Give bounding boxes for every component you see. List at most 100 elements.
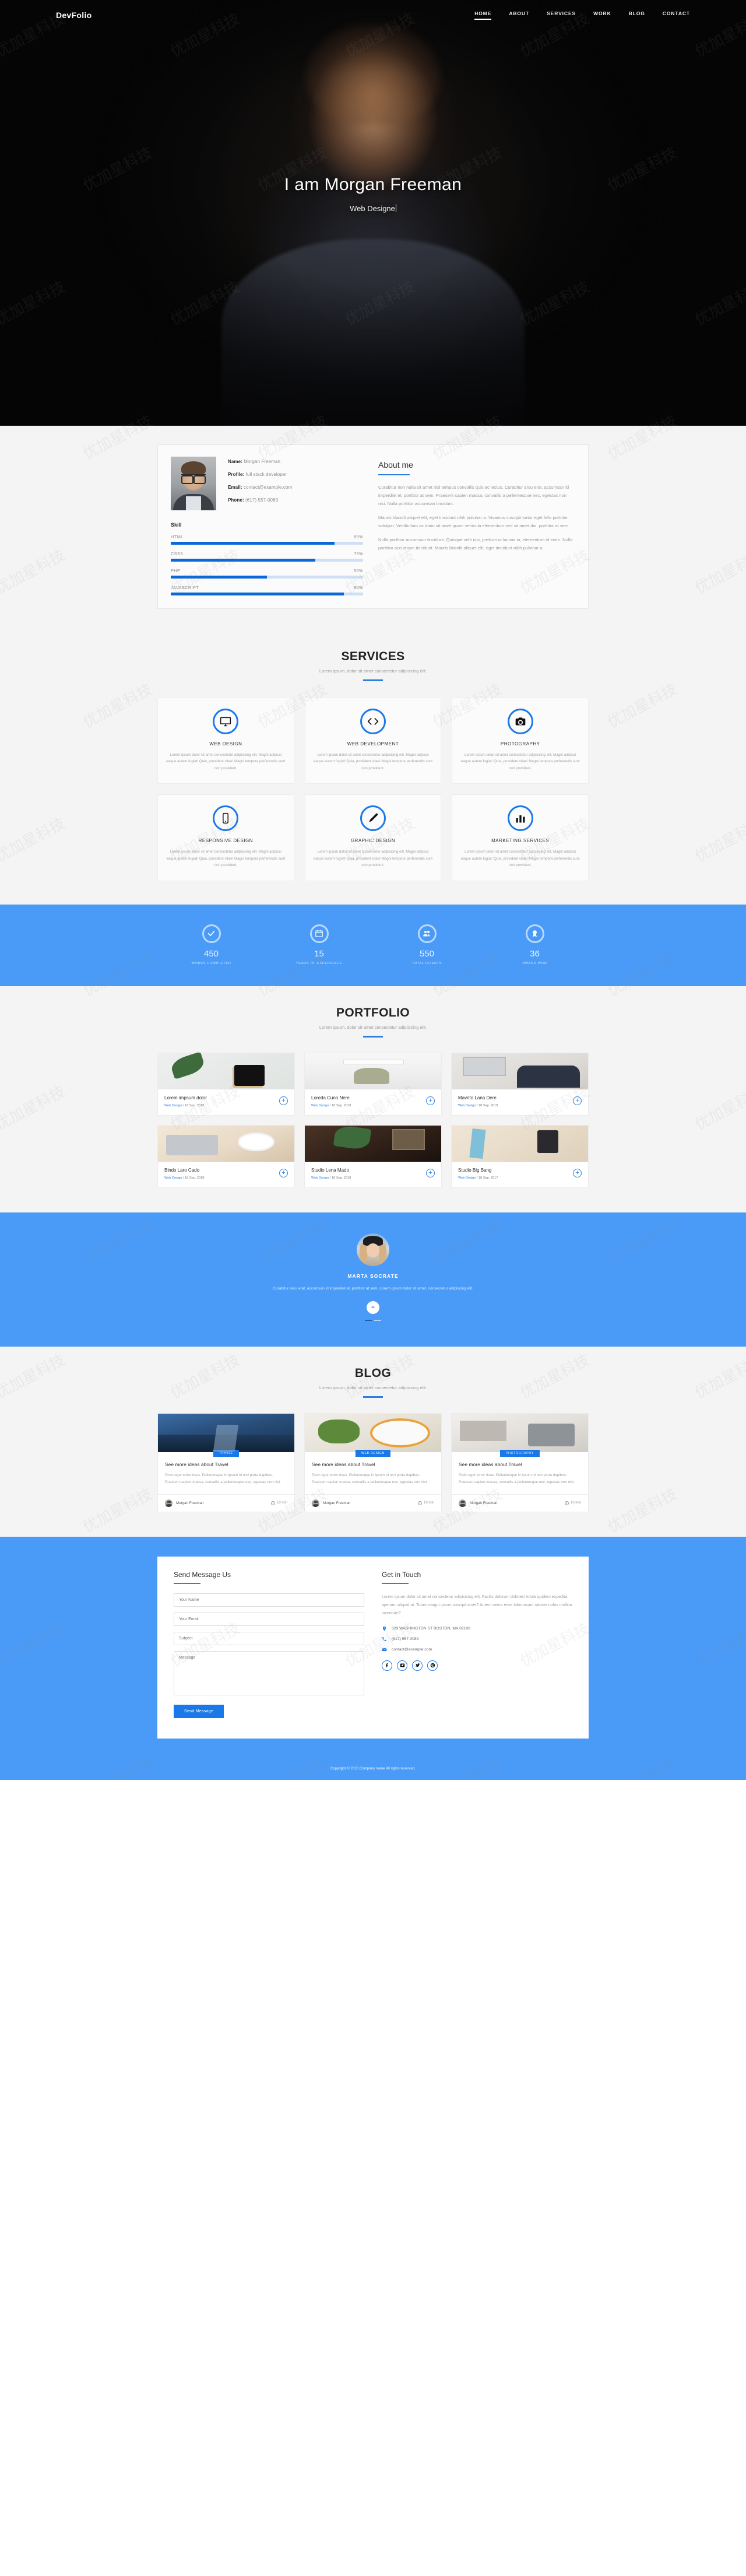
- service-name: MARKETING SERVICES: [491, 838, 550, 844]
- blog-post-title: See more ideas about Travel: [459, 1461, 522, 1467]
- send-message-button[interactable]: Send Message: [174, 1704, 224, 1718]
- blog-tag[interactable]: PHOTOGRAPHY: [500, 1449, 540, 1457]
- testimonial-name: MARTA SOCRATE: [347, 1273, 399, 1279]
- service-card-web-development[interactable]: WEB DEVELOPMENT Lorem ipsum dolor sit am…: [304, 698, 442, 784]
- blog-title: BLOG: [354, 1366, 392, 1380]
- service-card-web-design[interactable]: WEB DESIGN Lorem ipsum dolor sit amet co…: [157, 698, 294, 784]
- glasses-icon: [181, 474, 206, 484]
- footer: Copyright © 2020.Company name All rights…: [0, 1759, 746, 1780]
- instagram-icon[interactable]: [397, 1660, 407, 1671]
- portfolio-thumbnail: [158, 1125, 294, 1162]
- portfolio-item-category[interactable]: Web Design: [458, 1176, 476, 1180]
- portfolio-item[interactable]: Loreda Cuno Nere Web Design / 18 Sep. 20…: [304, 1052, 442, 1116]
- portfolio-item[interactable]: Studio Lena Mado Web Design / 18 Sep. 20…: [304, 1124, 442, 1188]
- contact-address-row: 329 WASHINGTON ST BOSTON, MA 02108: [382, 1626, 572, 1631]
- service-card-marketing-services[interactable]: MARKETING SERVICES Lorem ipsum dolor sit…: [452, 794, 589, 881]
- service-desc: Lorem ipsum dolor sit amet consectetur a…: [460, 753, 580, 770]
- portfolio-section: PORTFOLIO Lorem ipsum, dolor sit amet co…: [0, 986, 746, 1212]
- subject-input[interactable]: [174, 1631, 364, 1645]
- portfolio-expand-button[interactable]: +: [279, 1096, 288, 1105]
- blog-tag[interactable]: WEB DESIGN: [355, 1449, 391, 1457]
- portfolio-item-category[interactable]: Web Design: [164, 1104, 182, 1107]
- service-desc: Lorem ipsum dolor sit amet consectetur a…: [166, 753, 286, 770]
- stat-label: TOTAL CLIENTS: [411, 961, 442, 965]
- stat-number: 450: [203, 948, 219, 959]
- stat-number: 36: [530, 948, 540, 959]
- nav-item-home[interactable]: HOME: [474, 10, 492, 20]
- portfolio-item[interactable]: Bindo Laro Cado Web Design / 18 Sep. 201…: [157, 1124, 295, 1188]
- message-textarea[interactable]: [174, 1650, 364, 1695]
- portfolio-item-category[interactable]: Web Design: [311, 1104, 329, 1107]
- skill-fill: [171, 576, 267, 579]
- nav-item-about[interactable]: ABOUT: [509, 10, 529, 20]
- about-left-column: Name: Morgan Freeman Profile: full stack…: [171, 457, 363, 595]
- portfolio-expand-button[interactable]: +: [279, 1168, 288, 1177]
- portfolio-item-meta: Web Design / 18 Sep. 2018: [164, 1176, 205, 1180]
- about-card: Name: Morgan Freeman Profile: full stack…: [157, 444, 589, 609]
- portfolio-expand-button[interactable]: +: [426, 1096, 435, 1105]
- portfolio-item-date: 18 Sep. 2018: [332, 1103, 351, 1107]
- about-underline: [378, 474, 410, 475]
- portfolio-subtitle: Lorem ipsum, dolor sit amet consectetur …: [319, 1024, 427, 1030]
- blog-subtitle: Lorem ipsum, dolor sit amet consectetur …: [319, 1385, 427, 1390]
- avatar-shirt: [186, 496, 201, 510]
- blog-post[interactable]: WEB DESIGN See more ideas about Travel P…: [304, 1413, 442, 1512]
- portfolio-underline: [363, 1035, 383, 1038]
- code-icon: [360, 709, 386, 734]
- skill-fill: [171, 542, 335, 545]
- blog-post-title: See more ideas about Travel: [312, 1461, 375, 1467]
- email-input[interactable]: [174, 1612, 364, 1626]
- twitter-icon[interactable]: [412, 1660, 423, 1671]
- service-card-graphic-design[interactable]: GRAPHIC DESIGN Lorem ipsum dolor sit ame…: [304, 794, 442, 881]
- service-card-photography[interactable]: PHOTOGRAPHY Lorem ipsum dolor sit amet c…: [452, 698, 589, 784]
- portfolio-item-category[interactable]: Web Design: [311, 1176, 329, 1180]
- social-links: [382, 1660, 572, 1671]
- service-card-responsive-design[interactable]: RESPONSIVE DESIGN Lorem ipsum dolor sit …: [157, 794, 294, 881]
- nav-item-blog[interactable]: BLOG: [629, 10, 645, 20]
- skill-name: PHP: [171, 568, 181, 573]
- skill-track: [171, 576, 363, 579]
- portfolio-item[interactable]: Lorem impsum dolor Web Design / 18 Sep. …: [157, 1052, 295, 1116]
- portfolio-expand-button[interactable]: +: [426, 1168, 435, 1177]
- nav-item-services[interactable]: SERVICES: [547, 10, 576, 20]
- portfolio-item[interactable]: Mavrito Lana Dere Web Design / 18 Sep. 2…: [451, 1052, 589, 1116]
- portfolio-item[interactable]: Studio Big Bang Web Design / 18 Sep. 201…: [451, 1124, 589, 1188]
- portfolio-expand-button[interactable]: +: [573, 1168, 582, 1177]
- blog-grid: TRAVEL See more ideas about Travel Proin…: [157, 1413, 589, 1512]
- brand-logo[interactable]: DevFolio: [56, 10, 92, 20]
- pinterest-icon[interactable]: [427, 1660, 438, 1671]
- contact-email-text: contact@example.com: [392, 1647, 432, 1652]
- navbar: DevFolio HOME ABOUT SERVICES WORK BLOG C…: [0, 0, 746, 30]
- blog-post-readtime: 10 min: [270, 1501, 287, 1505]
- profile-info-list: Name: Morgan Freeman Profile: full stack…: [228, 457, 292, 510]
- services-section: SERVICES Lorem ipsum, dolor sit amet con…: [0, 630, 746, 905]
- stats-grid: 450 WORKS COMPLETED 15 YEARS OF EXPERIEN…: [157, 924, 589, 965]
- services-subtitle: Lorem ipsum, dolor sit amet consectetur …: [319, 668, 427, 674]
- blog-tag[interactable]: TRAVEL: [213, 1449, 239, 1457]
- nav-links: HOME ABOUT SERVICES WORK BLOG CONTACT: [474, 10, 690, 20]
- portfolio-item-category[interactable]: Web Design: [458, 1104, 476, 1107]
- portfolio-item-meta: Web Design / 18 Sep. 2018: [311, 1176, 351, 1180]
- testimonial-dot-2[interactable]: [374, 1319, 381, 1321]
- users-icon: [417, 924, 437, 943]
- blog-underline: [363, 1396, 383, 1398]
- chart-icon: [507, 805, 533, 832]
- stat-works-completed: 450 WORKS COMPLETED: [157, 924, 265, 965]
- services-underline: [363, 679, 383, 681]
- blog-post[interactable]: TRAVEL See more ideas about Travel Proin…: [157, 1413, 295, 1512]
- get-in-touch-underline: [382, 1582, 409, 1584]
- facebook-icon[interactable]: [382, 1660, 392, 1671]
- blog-post[interactable]: PHOTOGRAPHY See more ideas about Travel …: [451, 1413, 589, 1512]
- portfolio-item-category[interactable]: Web Design: [164, 1176, 182, 1180]
- blog-section: BLOG Lorem ipsum, dolor sit amet consect…: [0, 1346, 746, 1537]
- nav-item-work[interactable]: WORK: [593, 10, 611, 20]
- clock-icon: [564, 1501, 569, 1505]
- testimonial-dot-1[interactable]: [365, 1319, 372, 1321]
- portfolio-expand-button[interactable]: +: [573, 1096, 582, 1105]
- profile-row: Name: Morgan Freeman Profile: full stack…: [171, 457, 363, 510]
- contact-address-text: 329 WASHINGTON ST BOSTON, MA 02108: [392, 1626, 470, 1631]
- avatar-hair-left: [360, 1242, 367, 1264]
- avatar-face: [367, 1243, 379, 1257]
- name-input[interactable]: [174, 1593, 364, 1607]
- nav-item-contact[interactable]: CONTACT: [663, 10, 690, 20]
